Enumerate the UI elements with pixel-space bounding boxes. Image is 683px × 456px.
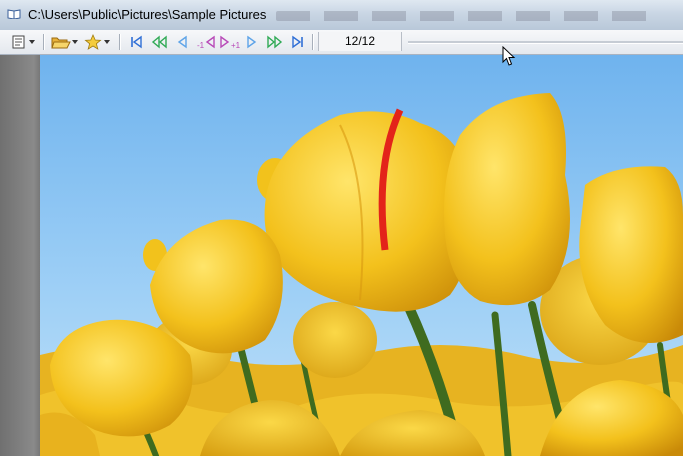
displayed-image: [40, 55, 683, 456]
title-bar: C:\Users\Public\Pictures\Sample Pictures: [0, 0, 683, 30]
left-panel: [0, 55, 40, 456]
prev-icon: [177, 35, 187, 49]
tulips-photo: [40, 55, 683, 456]
previous-button[interactable]: [173, 32, 191, 52]
fast-forward-button[interactable]: [265, 32, 285, 52]
position-slider[interactable]: [408, 41, 683, 44]
next-button[interactable]: [243, 32, 261, 52]
first-image-button[interactable]: [127, 32, 145, 52]
forward-one-icon: [220, 35, 230, 49]
back-one-label: -1: [196, 40, 205, 50]
view-menu-button[interactable]: [9, 32, 39, 52]
forward-one-label: +1: [230, 40, 241, 50]
view-icon: [12, 35, 35, 49]
fast-forward-icon: [267, 35, 283, 49]
next-icon: [247, 35, 257, 49]
favorites-button[interactable]: [84, 32, 114, 52]
back-one-button[interactable]: -1: [195, 32, 217, 52]
back-one-icon: [205, 35, 215, 49]
last-image-button[interactable]: [289, 32, 307, 52]
forward-one-button[interactable]: +1: [219, 32, 241, 52]
star-icon: [84, 34, 110, 50]
folder-icon: [51, 37, 78, 49]
skip-first-icon: [131, 35, 142, 49]
book-icon: [7, 9, 21, 19]
window-title: C:\Users\Public\Pictures\Sample Pictures: [28, 7, 267, 22]
image-counter: 12/12: [318, 32, 402, 51]
background-window-strip: [276, 11, 656, 21]
fast-back-button[interactable]: [149, 32, 169, 52]
open-folder-button[interactable]: [50, 32, 80, 52]
mouse-cursor-icon: [502, 46, 516, 66]
skip-last-icon: [292, 35, 303, 49]
rewind-icon: [151, 35, 167, 49]
